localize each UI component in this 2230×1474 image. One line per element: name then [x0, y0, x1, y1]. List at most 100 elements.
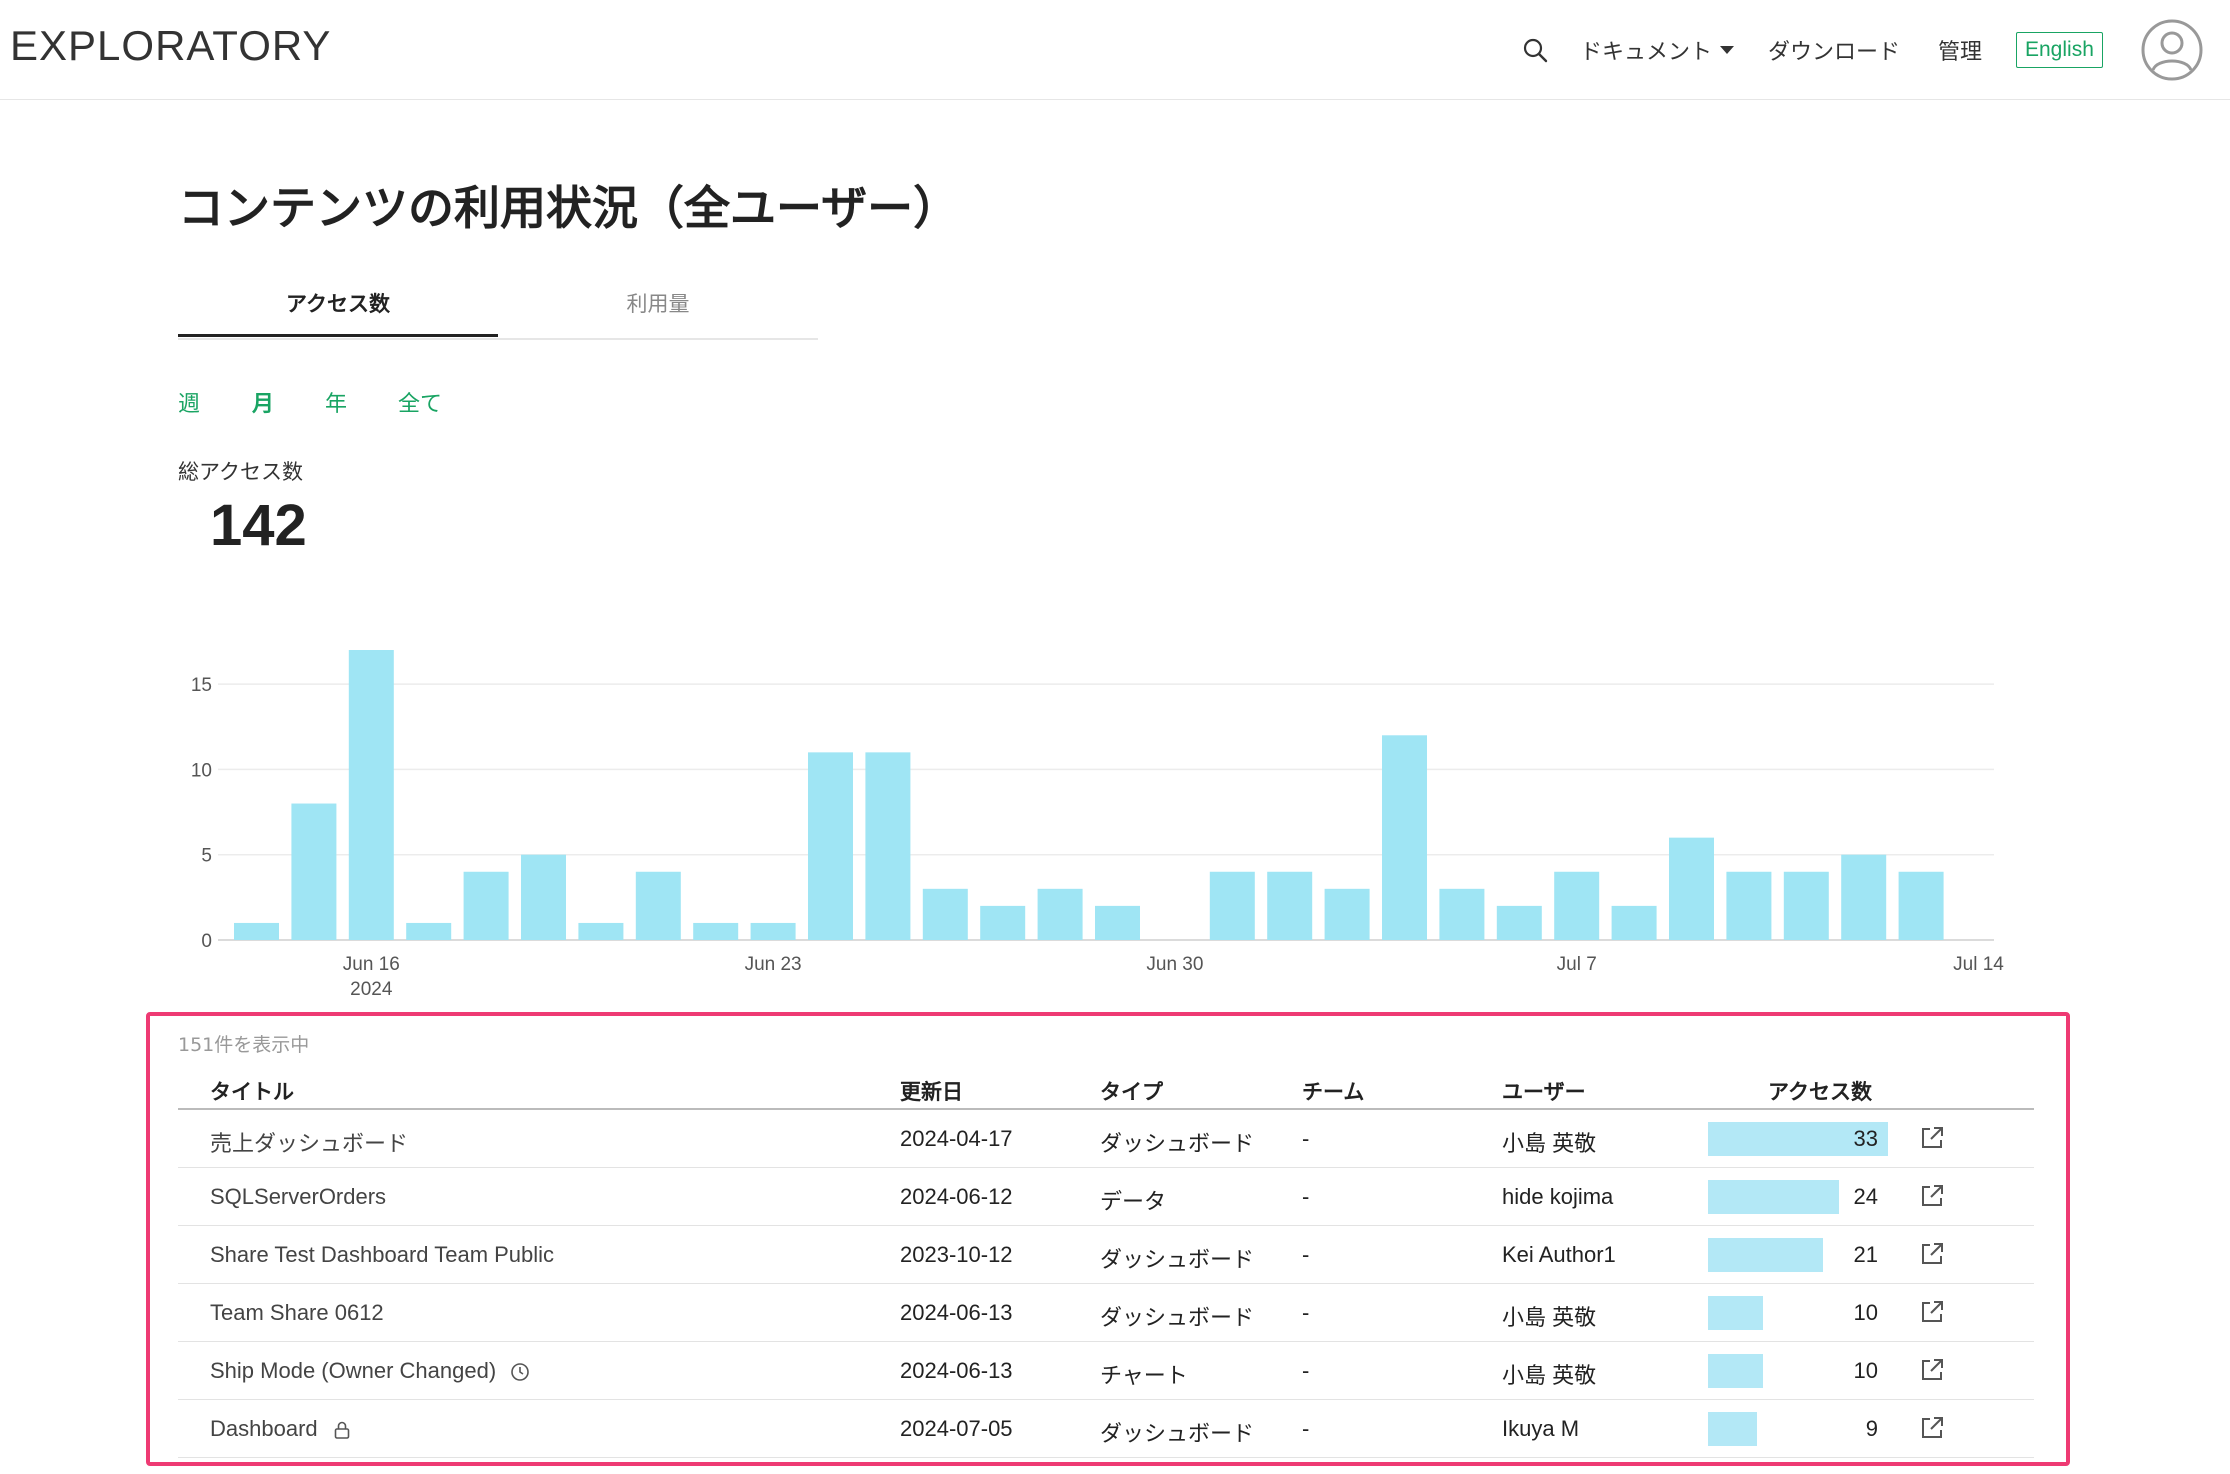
y-tick-label: 10 [191, 760, 212, 781]
brand-logo[interactable]: EXPLORATORY [10, 22, 331, 70]
chart-bar[interactable] [1037, 888, 1083, 940]
header-type[interactable]: タイプ [1100, 1076, 1163, 1106]
chart-bar[interactable] [1324, 888, 1370, 940]
table-row[interactable]: Dashboard 2024-07-05 ダッシュボード - Ikuya M 9 [178, 1400, 2034, 1458]
header-user[interactable]: ユーザー [1502, 1076, 1586, 1106]
user-avatar-icon [2141, 19, 2203, 81]
row-type: データ [1100, 1189, 1167, 1214]
table-row[interactable]: Ship Mode (Owner Changed) 2024-06-13 チャー… [178, 1342, 2034, 1400]
access-count: 21 [1853, 1242, 1878, 1267]
tab-usage[interactable]: 利用量 [498, 282, 818, 338]
chart-bar[interactable] [1095, 905, 1140, 940]
row-user: 小島 英敬 [1502, 1131, 1597, 1156]
header-title[interactable]: タイトル [210, 1076, 294, 1106]
row-type: ダッシュボード [1100, 1421, 1255, 1446]
access-count: 24 [1853, 1184, 1878, 1209]
x-tick-label: Jun 23 [745, 954, 802, 975]
chart-bar[interactable] [1783, 871, 1829, 940]
header-access[interactable]: アクセス数 [1768, 1076, 1872, 1106]
row-title[interactable]: SQLServerOrders [210, 1184, 386, 1210]
documents-menu-label: ドキュメント [1580, 40, 1713, 65]
row-user: 小島 英敬 [1502, 1363, 1597, 1388]
chart-bar[interactable] [406, 922, 452, 940]
row-updated: 2024-07-05 [900, 1416, 1013, 1441]
row-team: - [1302, 1358, 1310, 1383]
chart-bar[interactable] [348, 650, 394, 940]
open-external-icon[interactable] [1918, 1182, 1946, 1210]
open-external-icon[interactable] [1918, 1414, 1946, 1442]
chart-bar[interactable] [1611, 905, 1657, 940]
open-external-icon[interactable] [1918, 1356, 1946, 1384]
chart-bar[interactable] [750, 922, 796, 940]
language-switch[interactable]: English [2016, 0, 2103, 100]
chart-bar[interactable] [1267, 871, 1313, 940]
access-count: 33 [1853, 1126, 1878, 1151]
user-avatar-button[interactable] [2140, 0, 2204, 100]
download-link[interactable]: ダウンロード [1768, 0, 1900, 100]
period-all[interactable]: 全て [398, 386, 442, 418]
metric-tabs: アクセス数 利用量 [178, 282, 818, 340]
x-tick-label: Jul 14 [1953, 954, 2004, 975]
open-external-icon[interactable] [1918, 1298, 1946, 1326]
row-updated: 2023-10-12 [900, 1242, 1013, 1267]
total-access-value: 142 [210, 493, 307, 558]
tab-access-count[interactable]: アクセス数 [178, 282, 498, 337]
chart-bar[interactable] [291, 803, 337, 940]
table-row[interactable]: Share Test Dashboard Team Public 2023-10… [178, 1226, 2034, 1284]
chart-bar[interactable] [1382, 735, 1427, 940]
row-title[interactable]: 売上ダッシュボード [210, 1126, 408, 1158]
chart-bar[interactable] [808, 752, 853, 940]
admin-link[interactable]: 管理 [1938, 0, 1982, 100]
x-tick-label: Jun 16 [343, 954, 400, 975]
documents-menu[interactable]: ドキュメント [1580, 0, 1735, 100]
chart-bars [234, 650, 1944, 940]
chart-bar[interactable] [1554, 871, 1600, 940]
table-header: タイトル 更新日 タイプ チーム ユーザー アクセス数 [178, 1066, 2034, 1110]
chart-bar[interactable] [1898, 871, 1944, 940]
header-team[interactable]: チーム [1302, 1076, 1364, 1106]
y-tick-label: 0 [201, 931, 212, 952]
header-updated[interactable]: 更新日 [900, 1076, 963, 1106]
chart-bar[interactable] [865, 752, 911, 940]
period-month[interactable]: 月 [252, 386, 274, 418]
access-bar-chart: 0 5 10 15 Jun 16 2024 Jun 23 Jun 30 Jul 7 Jul 14 [191, 650, 2004, 1000]
chart-bar[interactable] [980, 905, 1026, 940]
table-row[interactable]: SQLServerOrders 2024-06-12 データ - hide ko… [178, 1168, 2034, 1226]
chart-bar[interactable] [578, 922, 624, 940]
open-external-icon[interactable] [1918, 1240, 1946, 1268]
chart-bar[interactable] [463, 871, 509, 940]
access-count: 10 [1853, 1358, 1878, 1383]
chart-bar[interactable] [1726, 871, 1772, 940]
row-updated: 2024-06-12 [900, 1184, 1013, 1209]
table-row[interactable]: Team Share 0612 2024-06-13 ダッシュボード - 小島 … [178, 1284, 2034, 1342]
chart-bar[interactable] [234, 922, 279, 940]
period-year[interactable]: 年 [325, 386, 347, 418]
chart-bar[interactable] [521, 854, 566, 940]
row-title[interactable]: Ship Mode (Owner Changed) [210, 1358, 530, 1384]
open-external-icon[interactable] [1918, 1124, 1946, 1152]
chart-bar[interactable] [1841, 854, 1887, 940]
row-type: ダッシュボード [1100, 1305, 1255, 1330]
y-tick-label: 5 [201, 846, 212, 867]
table-row[interactable]: 売上ダッシュボード 2024-04-17 ダッシュボード - 小島 英敬 33 [178, 1110, 2034, 1168]
row-title[interactable]: Dashboard [210, 1416, 352, 1442]
period-week[interactable]: 週 [178, 386, 200, 418]
row-type: ダッシュボード [1100, 1247, 1255, 1272]
search-button[interactable] [1518, 0, 1552, 100]
chart-bar[interactable] [1209, 871, 1255, 940]
language-button-label: English [2016, 32, 2103, 68]
chart-bar[interactable] [922, 888, 968, 940]
row-title[interactable]: Share Test Dashboard Team Public [210, 1242, 554, 1268]
page-title: コンテンツの利用状況（全ユーザー） [178, 181, 960, 235]
row-user: Kei Author1 [1502, 1242, 1616, 1267]
chart-bar[interactable] [1669, 837, 1714, 940]
x-tick-label: Jun 30 [1146, 954, 1203, 975]
row-team: - [1302, 1416, 1310, 1441]
row-title[interactable]: Team Share 0612 [210, 1300, 384, 1326]
clock-icon [511, 1363, 530, 1381]
chart-bar[interactable] [1439, 888, 1485, 940]
chart-bar[interactable] [635, 871, 681, 940]
row-team: - [1302, 1126, 1310, 1151]
chart-bar[interactable] [1496, 905, 1542, 940]
chart-bar[interactable] [693, 922, 739, 940]
